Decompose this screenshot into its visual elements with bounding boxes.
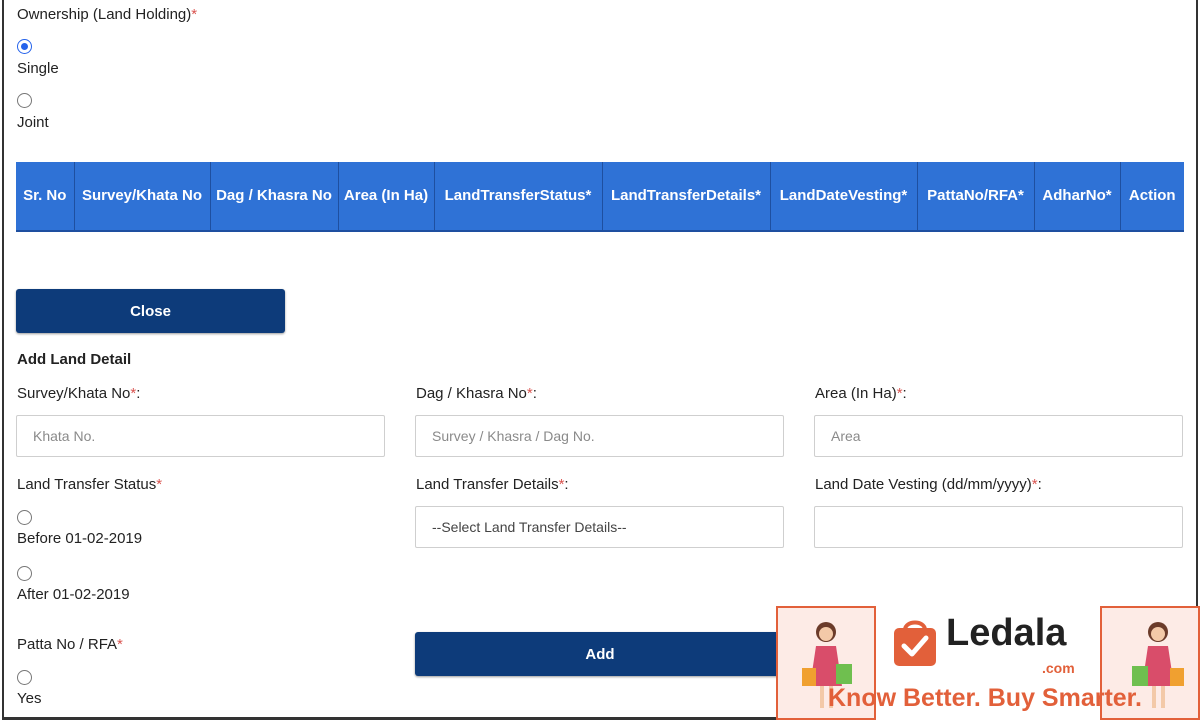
close-button[interactable]: Close	[16, 289, 285, 333]
col-action: Action	[1120, 162, 1184, 232]
land-table-header-row: Sr. No Survey/Khata No Dag / Khasra No A…	[16, 162, 1184, 232]
land-transfer-details-select[interactable]: --Select Land Transfer Details--	[415, 506, 784, 548]
land-date-vesting-input[interactable]	[814, 506, 1183, 548]
patta-yes-radio[interactable]	[17, 670, 32, 685]
col-patta-no: PattaNo/RFA*	[917, 162, 1035, 232]
ad-tagline: Know Better. Buy Smarter.	[828, 684, 1142, 712]
ownership-joint-label: Joint	[17, 114, 49, 131]
col-area: Area (In Ha)	[338, 162, 435, 232]
col-land-date-vesting: LandDateVesting*	[770, 162, 918, 232]
dag-khasra-input[interactable]: Survey / Khasra / Dag No.	[415, 415, 784, 457]
survey-khata-label: Survey/Khata No*:	[17, 385, 141, 402]
transfer-after-radio[interactable]	[17, 566, 32, 581]
patta-no-label: Patta No / RFA*	[17, 636, 123, 653]
land-date-vesting-label: Land Date Vesting (dd/mm/yyyy)*:	[815, 476, 1042, 493]
ad-brand-name: Ledala	[946, 612, 1067, 654]
patta-yes-label: Yes	[17, 690, 42, 707]
ownership-joint-radio[interactable]	[17, 93, 32, 108]
area-input[interactable]: Area	[814, 415, 1183, 457]
ownership-single-label: Single	[17, 60, 59, 77]
add-button[interactable]: Add	[415, 632, 785, 676]
ad-brand-domain: .com	[1042, 660, 1075, 676]
transfer-before-radio[interactable]	[17, 510, 32, 525]
transfer-before-label: Before 01-02-2019	[17, 530, 143, 547]
land-transfer-details-label: Land Transfer Details*:	[416, 476, 569, 493]
col-survey-khata: Survey/Khata No	[74, 162, 211, 232]
shopping-bag-icon	[894, 620, 936, 666]
add-land-detail-title: Add Land Detail	[17, 351, 132, 368]
ledala-ad-banner[interactable]: Ledala .com Know Better. Buy Smarter.	[776, 606, 1200, 720]
col-adhar-no: AdharNo*	[1034, 162, 1121, 232]
col-sr-no: Sr. No	[16, 162, 75, 232]
land-table: Sr. No Survey/Khata No Dag / Khasra No A…	[16, 162, 1184, 232]
col-dag-khasra: Dag / Khasra No	[210, 162, 339, 232]
area-label: Area (In Ha)*:	[815, 385, 907, 402]
dag-khasra-label: Dag / Khasra No*:	[416, 385, 537, 402]
ownership-single-radio[interactable]	[17, 39, 32, 54]
survey-khata-input[interactable]: Khata No.	[16, 415, 385, 457]
col-land-transfer-details: LandTransferDetails*	[602, 162, 771, 232]
ownership-label: Ownership (Land Holding)*	[17, 6, 198, 23]
transfer-after-label: After 01-02-2019	[17, 586, 130, 603]
land-transfer-status-label: Land Transfer Status*	[17, 476, 163, 493]
col-land-transfer-status: LandTransferStatus*	[434, 162, 603, 232]
